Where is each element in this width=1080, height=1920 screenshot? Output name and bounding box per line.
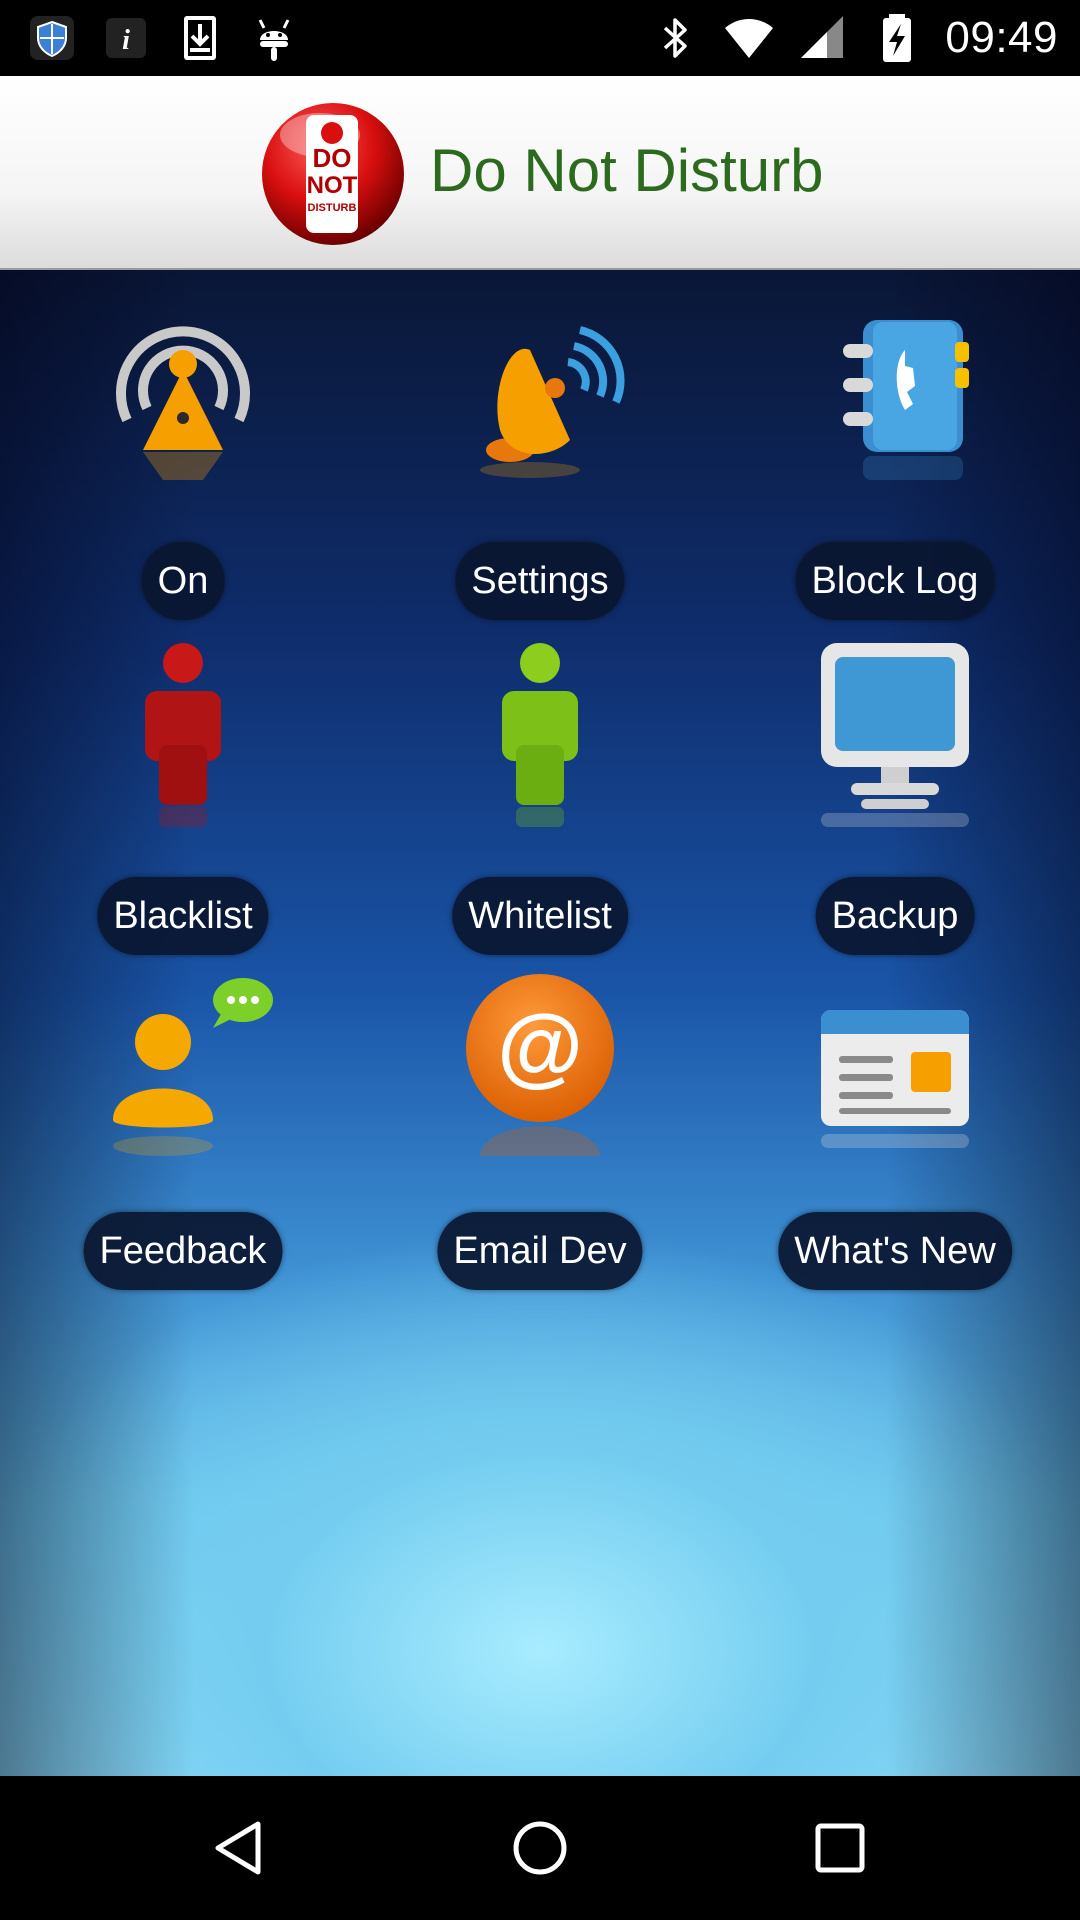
battery-charging-icon — [883, 14, 912, 62]
svg-text:NOT: NOT — [307, 172, 358, 199]
wifi-icon — [725, 19, 774, 58]
phonebook-icon — [843, 320, 969, 480]
info-icon: i — [106, 18, 146, 58]
tile-whats-new[interactable]: What's New — [745, 970, 1045, 1290]
shield-icon — [30, 16, 74, 60]
tile-whitelist-label: Whitelist — [452, 877, 628, 955]
do-not-disturb-logo: DO NOT DISTURB — [262, 103, 404, 245]
tile-blacklist-label: Blacklist — [97, 877, 269, 955]
tile-on[interactable]: On — [33, 300, 333, 620]
home-icon[interactable] — [510, 1818, 570, 1878]
tile-blacklist[interactable]: Blacklist — [33, 635, 333, 955]
news-window-icon — [821, 1010, 969, 1148]
cell-signal-icon — [801, 16, 844, 58]
tile-whitelist[interactable]: Whitelist — [390, 635, 690, 955]
tile-backup-label: Backup — [815, 877, 975, 955]
tile-on-label: On — [141, 542, 225, 620]
tile-settings[interactable]: Settings — [390, 300, 690, 620]
svg-text:DISTURB: DISTURB — [308, 202, 357, 214]
app-title: Do Not Disturb — [430, 137, 824, 204]
app-header: DO NOT DISTURB Do Not Disturb — [0, 76, 1080, 271]
svg-text:@: @ — [497, 996, 583, 1095]
monitor-icon — [821, 643, 969, 827]
download-icon — [184, 16, 216, 60]
tile-backup[interactable]: Backup — [745, 635, 1045, 955]
green-person-icon — [502, 643, 578, 827]
antenna-icon — [116, 326, 250, 480]
status-bar-system: 09:49 — [649, 0, 1058, 76]
status-bar: i 09:49 — [0, 0, 1080, 76]
tile-email-dev[interactable]: @ Email Dev — [390, 970, 690, 1290]
status-time: 09:49 — [945, 13, 1058, 62]
at-sign-icon: @ — [466, 974, 614, 1156]
status-bar-notifications: i — [26, 12, 300, 64]
recents-icon[interactable] — [810, 1818, 870, 1878]
svg-text:i: i — [122, 25, 130, 56]
satellite-dish-icon — [480, 326, 625, 478]
tile-block-log[interactable]: Block Log — [745, 300, 1045, 620]
tile-whats-new-label: What's New — [778, 1212, 1012, 1290]
red-person-icon — [145, 643, 221, 827]
bluetooth-icon — [664, 18, 688, 58]
android-icon — [258, 19, 290, 61]
chat-person-icon — [113, 978, 273, 1156]
main-menu-grid: On Settings Block Log Blacklist Whitelis… — [0, 270, 1080, 1776]
navigation-bar — [0, 1776, 1080, 1920]
tile-feedback-label: Feedback — [83, 1212, 283, 1290]
tile-settings-label: Settings — [455, 542, 625, 620]
tile-feedback[interactable]: Feedback — [33, 970, 333, 1290]
tile-email-dev-label: Email Dev — [437, 1212, 643, 1290]
svg-text:DO: DO — [313, 143, 352, 173]
back-icon[interactable] — [210, 1818, 270, 1878]
tile-block-log-label: Block Log — [795, 542, 995, 620]
